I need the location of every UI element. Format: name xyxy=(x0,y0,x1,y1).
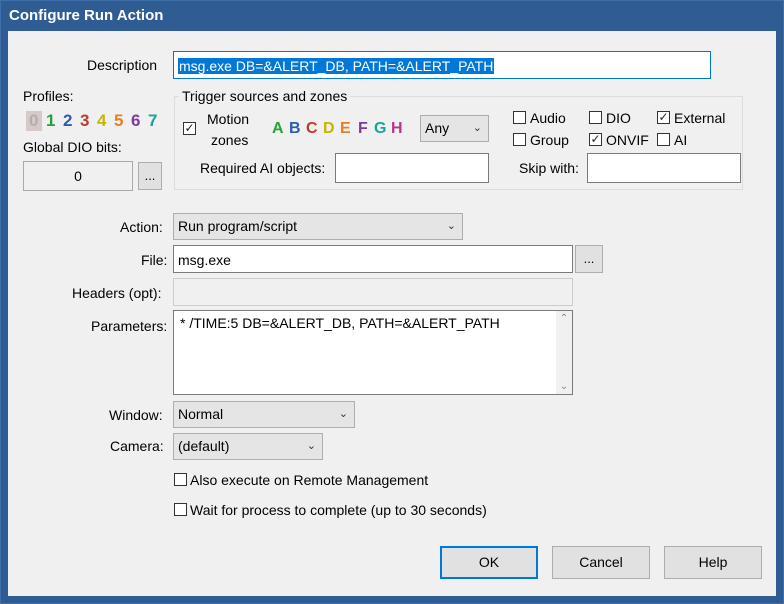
profiles-label: Profiles: xyxy=(23,88,74,104)
dio-checkbox[interactable] xyxy=(589,111,602,124)
zone-d[interactable]: D xyxy=(323,120,335,138)
dialog-title: Configure Run Action xyxy=(1,1,783,31)
cancel-button[interactable]: Cancel xyxy=(552,546,650,579)
description-input[interactable]: msg.exe DB=&ALERT_DB, PATH=&ALERT_PATH xyxy=(173,51,711,79)
scroll-up-icon[interactable]: ⌃ xyxy=(556,313,572,324)
profile-digit-7[interactable]: 7 xyxy=(148,111,157,131)
group-label: Group xyxy=(530,132,569,148)
ai-checkbox[interactable] xyxy=(657,133,670,146)
skip-with-label: Skip with: xyxy=(519,160,579,176)
scroll-down-icon[interactable]: ⌄ xyxy=(556,381,572,392)
headers-label: Headers (opt): xyxy=(72,285,162,301)
parameters-label: Parameters: xyxy=(91,318,168,334)
chevron-down-icon: ⌄ xyxy=(472,122,482,134)
help-button[interactable]: Help xyxy=(664,546,762,579)
description-value: msg.exe DB=&ALERT_DB, PATH=&ALERT_PATH xyxy=(178,58,495,74)
zone-c[interactable]: C xyxy=(306,120,318,138)
global-dio-field[interactable]: 0 xyxy=(23,161,133,191)
zones-any-value: Any xyxy=(425,120,450,136)
description-label: Description xyxy=(87,57,158,73)
configure-run-action-dialog: Configure Run Action Description msg.exe… xyxy=(0,0,784,604)
window-select[interactable]: Normal ⌄ xyxy=(173,401,355,428)
group-checkbox[interactable] xyxy=(513,133,526,146)
audio-label: Audio xyxy=(530,110,566,126)
profile-digit-0[interactable]: 0 xyxy=(29,111,38,131)
camera-label: Camera: xyxy=(110,438,164,454)
file-label: File: xyxy=(141,252,168,268)
zone-g[interactable]: G xyxy=(374,120,386,138)
chevron-down-icon: ⌄ xyxy=(306,440,316,452)
wait-process-checkbox[interactable] xyxy=(174,503,187,516)
parameters-value: * /TIME:5 DB=&ALERT_DB, PATH=&ALERT_PATH xyxy=(180,315,500,331)
audio-checkbox[interactable] xyxy=(513,111,526,124)
profile-digit-2[interactable]: 2 xyxy=(63,111,72,131)
chevron-down-icon: ⌄ xyxy=(446,220,456,232)
window-value: Normal xyxy=(178,406,224,422)
dialog-client: Description msg.exe DB=&ALERT_DB, PATH=&… xyxy=(8,31,776,596)
motion-label: Motion xyxy=(207,111,250,127)
trigger-group-title: Trigger sources and zones xyxy=(179,88,351,104)
skip-with-input[interactable] xyxy=(587,153,741,183)
onvif-checkbox[interactable]: ✓ xyxy=(589,133,602,146)
zone-e[interactable]: E xyxy=(340,120,351,138)
global-dio-label: Global DIO bits: xyxy=(23,139,122,155)
chevron-down-icon: ⌄ xyxy=(338,408,348,420)
wait-process-label: Wait for process to complete (up to 30 s… xyxy=(190,502,487,518)
camera-value: (default) xyxy=(178,438,230,454)
profile-digit-6[interactable]: 6 xyxy=(131,111,140,131)
motion-zones-checkbox[interactable]: ✓ xyxy=(183,122,196,135)
dio-label: DIO xyxy=(606,110,631,126)
zone-f[interactable]: F xyxy=(358,120,368,138)
parameters-scrollbar[interactable]: ⌃ ⌄ xyxy=(556,311,572,394)
profile-digit-4[interactable]: 4 xyxy=(97,111,106,131)
file-input[interactable]: msg.exe xyxy=(173,245,573,273)
required-ai-input[interactable] xyxy=(335,153,489,183)
zone-h[interactable]: H xyxy=(391,120,403,138)
external-label: External xyxy=(674,110,726,126)
global-dio-browse-button[interactable]: ... xyxy=(138,162,162,190)
zones-any-select[interactable]: Any ⌄ xyxy=(420,115,489,142)
file-browse-button[interactable]: ... xyxy=(575,245,603,273)
remote-management-checkbox[interactable] xyxy=(174,473,187,486)
profile-digit-5[interactable]: 5 xyxy=(114,111,123,131)
zone-a[interactable]: A xyxy=(272,120,284,138)
action-value: Run program/script xyxy=(178,218,298,234)
window-label: Window: xyxy=(109,407,163,423)
action-label: Action: xyxy=(120,219,163,235)
headers-input[interactable] xyxy=(173,278,573,306)
required-ai-label: Required AI objects: xyxy=(200,160,326,176)
ok-button[interactable]: OK xyxy=(440,546,538,579)
profile-digit-3[interactable]: 3 xyxy=(80,111,89,131)
zones-label: zones xyxy=(211,132,249,148)
parameters-textarea[interactable]: * /TIME:5 DB=&ALERT_DB, PATH=&ALERT_PATH… xyxy=(173,310,573,395)
action-select[interactable]: Run program/script ⌄ xyxy=(173,213,463,240)
external-checkbox[interactable]: ✓ xyxy=(657,111,670,124)
ai-label: AI xyxy=(674,132,688,148)
remote-management-label: Also execute on Remote Management xyxy=(190,472,429,488)
profile-digit-1[interactable]: 1 xyxy=(46,111,55,131)
onvif-label: ONVIF xyxy=(606,132,649,148)
zone-b[interactable]: B xyxy=(289,120,301,138)
camera-select[interactable]: (default) ⌄ xyxy=(173,433,323,460)
